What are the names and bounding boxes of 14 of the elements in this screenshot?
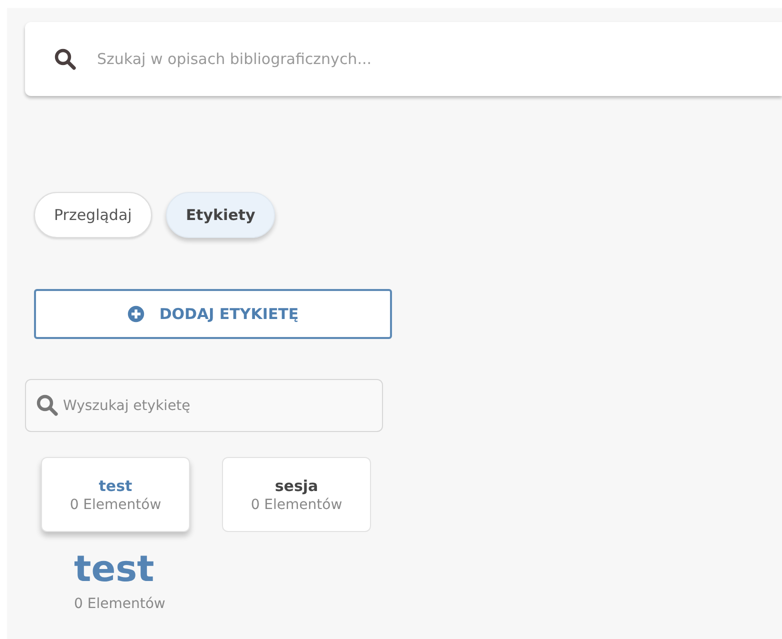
tag-count: 0 Elementów xyxy=(250,496,342,512)
tag-count: 0 Elementów xyxy=(74,596,166,612)
tag-card[interactable]: test 0 Elementów xyxy=(41,457,190,532)
tag-name: test xyxy=(98,476,132,494)
tag-name: sesja xyxy=(274,476,318,494)
search-field[interactable]: Szukaj w opisach bibliograficznych... xyxy=(25,22,782,96)
tag-search-field[interactable]: Wyszukaj etykietę xyxy=(25,379,383,432)
plus-circle-icon xyxy=(127,305,146,323)
tag-title: test xyxy=(74,548,154,592)
tag-card[interactable]: sesja 0 Elementów xyxy=(222,457,371,532)
add-label-button[interactable]: DODAJ ETYKIETĘ xyxy=(34,289,392,339)
tab[interactable]: Etykiety xyxy=(166,192,276,238)
tag-count: 0 Elementów xyxy=(70,496,162,512)
tab[interactable]: Przeglądaj xyxy=(34,192,152,238)
